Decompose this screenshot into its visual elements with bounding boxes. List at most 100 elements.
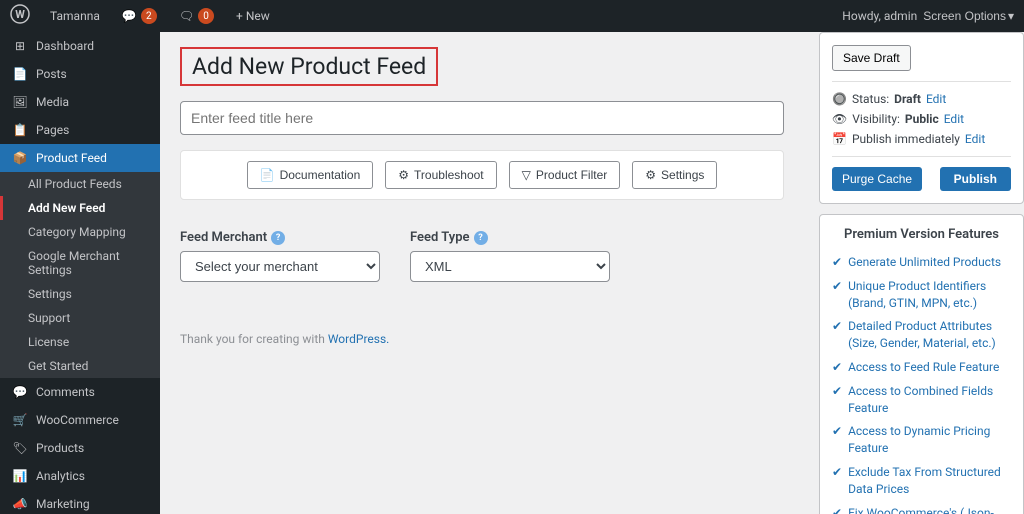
wordpress-link[interactable]: WordPress.: [328, 332, 389, 346]
premium-feature-8: ✔ Fix WooCommerce's (Json-Ld) Structured…: [832, 505, 1011, 514]
documentation-icon: 📄: [260, 168, 275, 182]
pages-icon: 📋: [12, 122, 28, 138]
screen-options-button[interactable]: Screen Options ▾: [923, 9, 1014, 23]
site-name[interactable]: Tamanna: [42, 9, 108, 23]
sidebar-item-category-mapping[interactable]: Category Mapping: [0, 220, 160, 244]
chevron-down-icon: ▾: [1008, 9, 1014, 23]
comment-icon: 💬: [122, 9, 137, 23]
troubleshoot-icon: ⚙: [398, 168, 409, 182]
admin-bar-right: Howdy, admin Screen Options ▾: [842, 9, 1014, 23]
premium-feature-link-1[interactable]: Generate Unlimited Products: [848, 254, 1001, 271]
comments-item[interactable]: 🗨 0: [171, 8, 222, 24]
sidebar-item-posts[interactable]: 📄 Posts: [0, 60, 160, 88]
premium-feature-4: ✔ Access to Feed Rule Feature: [832, 359, 1011, 376]
sidebar-item-google-merchant[interactable]: Google Merchant Settings: [0, 244, 160, 282]
posts-icon: 📄: [12, 66, 28, 82]
product-filter-button[interactable]: ▽ Product Filter: [509, 161, 621, 189]
sidebar-item-products[interactable]: 🏷 Products: [0, 434, 160, 462]
premium-box: Premium Version Features ✔ Generate Unli…: [819, 214, 1024, 514]
documentation-button[interactable]: 📄 Documentation: [247, 161, 374, 189]
content-area: Add New Product Feed 📄 Documentation ⚙ T…: [160, 32, 804, 514]
status-value: Draft: [894, 92, 921, 106]
premium-feature-link-3[interactable]: Detailed Product Attributes (Size, Gende…: [848, 318, 1011, 352]
premium-feature-link-2[interactable]: Unique Product Identifiers (Brand, GTIN,…: [848, 278, 1011, 312]
new-item[interactable]: + New: [228, 9, 278, 23]
publish-box-actions: Save Draft: [832, 45, 1011, 82]
sidebar-item-woocommerce[interactable]: 🛒 WooCommerce: [0, 406, 160, 434]
sidebar-item-product-feed[interactable]: 📦 Product Feed: [0, 144, 160, 172]
visibility-edit-link[interactable]: Edit: [944, 112, 964, 126]
purge-cache-button[interactable]: Purge Cache: [832, 167, 922, 191]
notifications-item[interactable]: 💬 2: [114, 8, 165, 24]
premium-feature-link-7[interactable]: Exclude Tax From Structured Data Prices: [848, 464, 1011, 498]
visibility-value: Public: [905, 112, 939, 126]
sidebar-label-marketing: Marketing: [36, 497, 90, 511]
feed-type-select[interactable]: XML CSV TSV JSON: [410, 251, 610, 282]
feed-merchant-select[interactable]: Select your merchant: [180, 251, 380, 282]
admin-bar-left: W Tamanna 💬 2 🗨 0 + New: [10, 4, 842, 28]
check-icon-3: ✔: [832, 319, 842, 333]
sidebar-item-all-feeds[interactable]: All Product Feeds: [0, 172, 160, 196]
calendar-icon: 📅: [832, 132, 847, 146]
feed-merchant-info-icon[interactable]: ?: [271, 231, 285, 245]
media-icon: 🖼: [12, 94, 28, 110]
dashboard-icon: ⊞: [12, 38, 28, 54]
status-bullet-icon: 🔘: [832, 92, 847, 106]
sidebar-item-media[interactable]: 🖼 Media: [0, 88, 160, 116]
save-draft-button[interactable]: Save Draft: [832, 45, 911, 71]
sidebar-item-dashboard[interactable]: ⊞ Dashboard: [0, 32, 160, 60]
sidebar-item-marketing[interactable]: 📣 Marketing: [0, 490, 160, 514]
troubleshoot-button[interactable]: ⚙ Troubleshoot: [385, 161, 496, 189]
publish-edit-link[interactable]: Edit: [965, 132, 985, 146]
publish-box: Save Draft 🔘 Status: Draft Edit 👁 Visibi…: [819, 32, 1024, 204]
screen-options-label: Screen Options: [923, 9, 1006, 23]
product-feed-submenu: All Product Feeds Add New Feed Category …: [0, 172, 160, 378]
premium-feature-link-5[interactable]: Access to Combined Fields Feature: [848, 383, 1011, 417]
publish-box-footer: Purge Cache Publish: [832, 156, 1011, 191]
sidebar-item-comments[interactable]: 💬 Comments: [0, 378, 160, 406]
feed-merchant-field: Feed Merchant ? Select your merchant: [180, 230, 380, 282]
feed-type-info-icon[interactable]: ?: [474, 231, 488, 245]
sidebar-label-get-started: Get Started: [28, 359, 88, 373]
feed-type-label-text: Feed Type: [410, 230, 470, 245]
sidebar-label-support: Support: [28, 311, 70, 325]
visibility-icon: 👁: [832, 112, 847, 126]
products-icon: 🏷: [12, 440, 28, 456]
premium-feature-5: ✔ Access to Combined Fields Feature: [832, 383, 1011, 417]
sidebar-item-license[interactable]: License: [0, 330, 160, 354]
sidebar-label-all-feeds: All Product Feeds: [28, 177, 122, 191]
sidebar-item-get-started[interactable]: Get Started: [0, 354, 160, 378]
settings-toolbar-button[interactable]: ⚙ Settings: [632, 161, 717, 189]
feed-title-input[interactable]: [180, 101, 784, 135]
documentation-label: Documentation: [280, 168, 361, 182]
check-icon-4: ✔: [832, 360, 842, 374]
status-label: Status:: [852, 92, 889, 106]
publish-button[interactable]: Publish: [940, 167, 1011, 191]
publish-schedule-label: Publish immediately: [852, 132, 960, 146]
feed-type-label: Feed Type ?: [410, 230, 610, 245]
sidebar-label-google-merchant: Google Merchant Settings: [28, 249, 148, 277]
sidebar-label-add-new-feed: Add New Feed: [28, 201, 105, 215]
sidebar-item-analytics[interactable]: 📊 Analytics: [0, 462, 160, 490]
svg-text:W: W: [15, 8, 25, 21]
check-icon-1: ✔: [832, 255, 842, 269]
marketing-icon: 📣: [12, 496, 28, 512]
analytics-icon: 📊: [12, 468, 28, 484]
notification-count: 2: [141, 8, 157, 24]
premium-feature-1: ✔ Generate Unlimited Products: [832, 254, 1011, 271]
sidebar-label-media: Media: [36, 95, 69, 109]
premium-feature-link-4[interactable]: Access to Feed Rule Feature: [848, 359, 999, 376]
premium-feature-link-6[interactable]: Access to Dynamic Pricing Feature: [848, 423, 1011, 457]
wp-logo-icon[interactable]: W: [10, 4, 36, 28]
premium-feature-link-8[interactable]: Fix WooCommerce's (Json-Ld) Structured D…: [848, 505, 1011, 514]
sidebar: ⊞ Dashboard 📄 Posts 🖼 Media 📋 Pages 📦 Pr…: [0, 32, 160, 514]
status-edit-link[interactable]: Edit: [926, 92, 946, 106]
sidebar-item-support[interactable]: Support: [0, 306, 160, 330]
admin-bar: W Tamanna 💬 2 🗨 0 + New Howdy, admin Scr…: [0, 0, 1024, 32]
settings-toolbar-label: Settings: [661, 168, 704, 182]
troubleshoot-label: Troubleshoot: [414, 168, 484, 182]
sidebar-item-pages[interactable]: 📋 Pages: [0, 116, 160, 144]
sidebar-item-settings-sub[interactable]: Settings: [0, 282, 160, 306]
sidebar-item-add-new-feed[interactable]: Add New Feed: [0, 196, 160, 220]
sidebar-label-license: License: [28, 335, 69, 349]
